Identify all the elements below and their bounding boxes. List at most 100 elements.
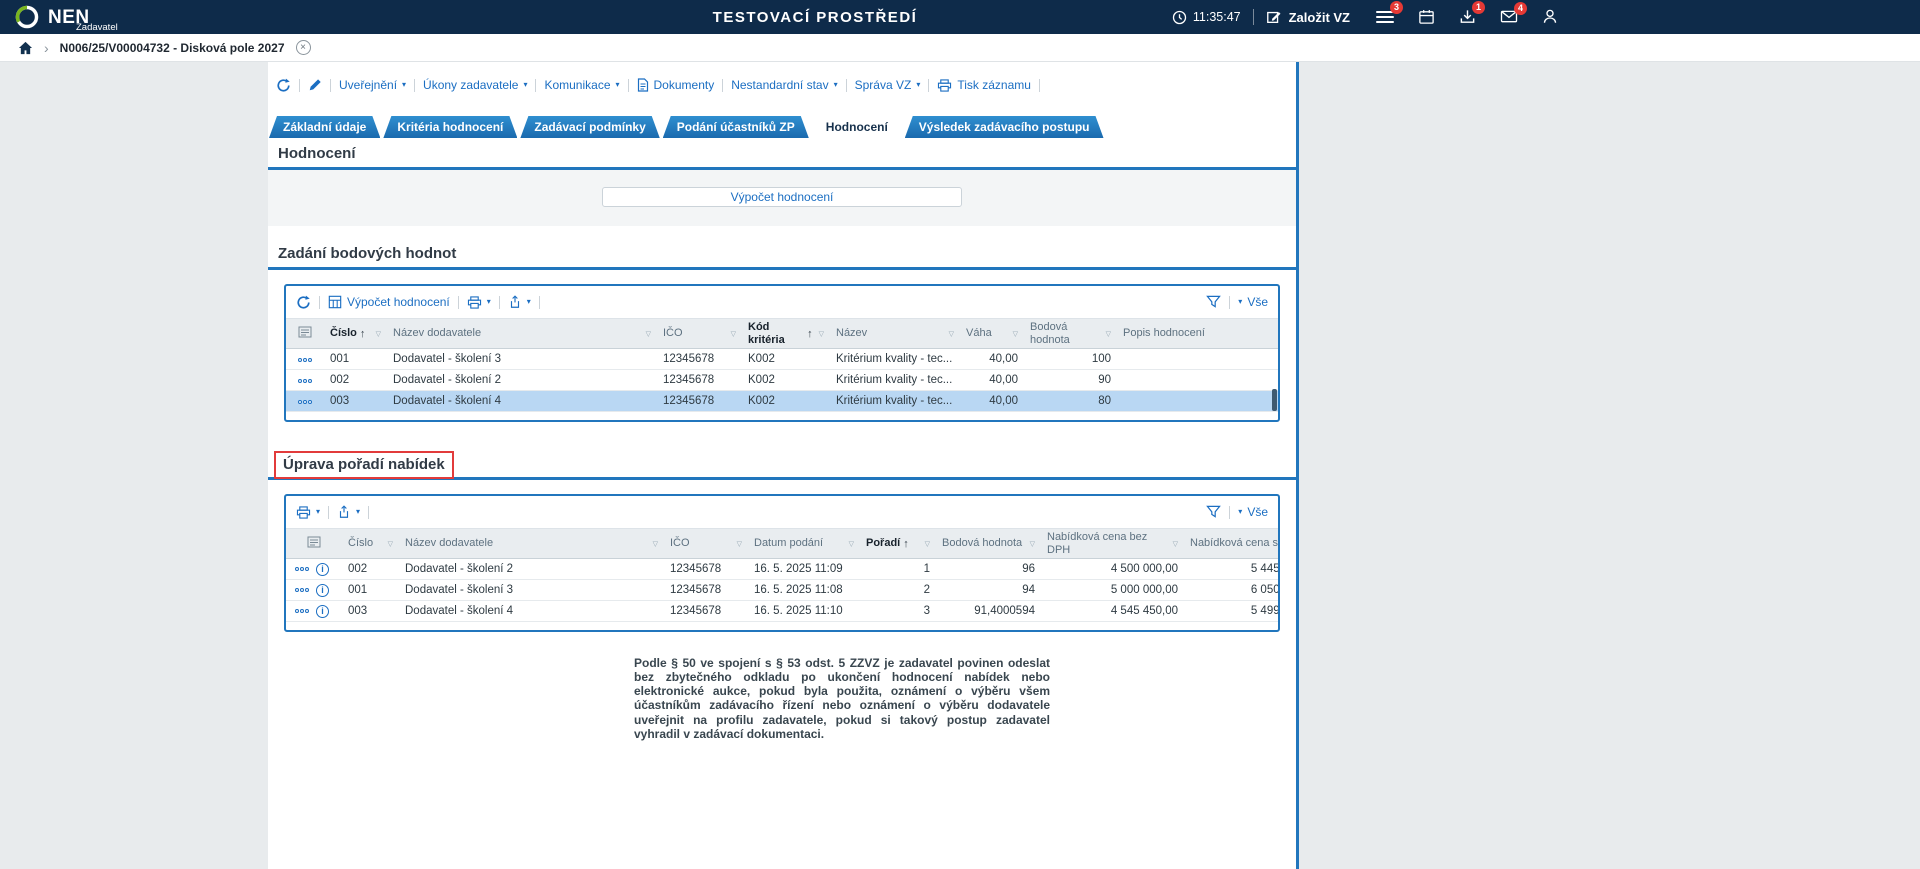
chevron-down-icon: ▾	[1238, 298, 1242, 306]
menu-nestandardni-stav[interactable]: Nestandardní stav▾	[731, 78, 837, 92]
filter-caret-icon[interactable]: ▽	[925, 540, 930, 548]
grid2-vse-button[interactable]: ▾ Vše	[1238, 505, 1268, 519]
filter-caret-icon[interactable]: ▽	[1030, 540, 1035, 548]
grid1-vse-button[interactable]: ▾ Vše	[1238, 295, 1268, 309]
menu-dokumenty[interactable]: Dokumenty	[637, 78, 715, 92]
row-menu-icon[interactable]	[295, 567, 309, 571]
downloads-button[interactable]: 1	[1459, 8, 1476, 25]
grid1-vypocet-button[interactable]: Výpočet hodnocení	[328, 295, 450, 309]
menu-tisk-zaznamu[interactable]: Tisk záznamu	[937, 78, 1031, 92]
calendar-button[interactable]	[1418, 8, 1435, 25]
tab-kriteria-hodnoceni[interactable]: Kritéria hodnocení	[383, 116, 517, 138]
column-header-nazev[interactable]: Název▽	[830, 319, 960, 349]
column-header-nazev-dodavatele[interactable]: Název dodavatele▽	[399, 529, 664, 559]
create-vz-button[interactable]: Založit VZ	[1266, 9, 1350, 25]
filter-caret-icon[interactable]: ▽	[646, 330, 651, 338]
refresh-button[interactable]	[276, 78, 291, 93]
menu-komunikace[interactable]: Komunikace▾	[544, 78, 619, 92]
filter-caret-icon[interactable]: ▽	[819, 330, 824, 338]
breadcrumb-item[interactable]: N006/25/V00004732 - Disková pole 2027	[60, 41, 285, 55]
column-header-bodova-hodnota[interactable]: Bodová hodnota▽	[1024, 319, 1117, 349]
cell-bodova: 94	[936, 580, 1041, 601]
column-header-kod-kriteria[interactable]: Kód kritéria↑▽	[742, 319, 830, 349]
section-title-uprava-poradi: Úprava pořadí nabídek	[274, 451, 454, 479]
filter-caret-icon[interactable]: ▽	[849, 540, 854, 548]
info-icon[interactable]: i	[316, 563, 329, 576]
cell-cislo: 003	[342, 601, 399, 622]
edit-record-button[interactable]	[308, 78, 322, 92]
cell-bodova: 96	[936, 559, 1041, 580]
column-header-bodova-hodnota[interactable]: Bodová hodnota▽	[936, 529, 1041, 559]
filter-caret-icon[interactable]: ▽	[1013, 330, 1018, 338]
table-row-selected[interactable]: 003 Dodavatel - školení 4 12345678 K002 …	[286, 391, 1278, 412]
filter-caret-icon[interactable]: ▽	[388, 540, 393, 548]
column-header-cena-s-dph[interactable]: Nabídková cena s DPH	[1184, 529, 1278, 559]
home-icon[interactable]	[18, 41, 33, 55]
main-menu-button[interactable]: 3	[1376, 8, 1394, 26]
grid1-select-header[interactable]	[286, 319, 324, 349]
row-menu-icon[interactable]	[298, 400, 312, 404]
filter-caret-icon[interactable]: ▽	[653, 540, 658, 548]
vertical-scrollbar-thumb[interactable]	[1272, 389, 1277, 411]
menu-sprava-vz[interactable]: Správa VZ▾	[855, 78, 921, 92]
filter-caret-icon[interactable]: ▽	[1106, 330, 1111, 338]
column-header-cena-bez-dph[interactable]: Nabídková cena bez DPH▽	[1041, 529, 1184, 559]
record-panel: Uveřejnění▾ Úkony zadavatele▾ Komunikace…	[268, 62, 1299, 869]
clock-time: 11:35:47	[1193, 10, 1241, 24]
grid1-refresh-button[interactable]	[296, 295, 311, 310]
cell-dodavatel: Dodavatel - školení 4	[399, 601, 664, 622]
row-menu-icon[interactable]	[298, 379, 312, 383]
column-header-ico[interactable]: IČO▽	[657, 319, 742, 349]
sort-asc-icon: ↑	[360, 328, 366, 340]
table-row[interactable]: i 002 Dodavatel - školení 2 12345678 16.…	[286, 559, 1278, 580]
messages-button[interactable]: 4	[1500, 9, 1518, 24]
grid2-filter-button[interactable]	[1206, 505, 1221, 519]
grid1-print-button[interactable]: ▾	[467, 296, 491, 309]
cell-cena-bez-dph: 5 000 000,00	[1041, 580, 1184, 601]
filter-caret-icon[interactable]: ▽	[737, 540, 742, 548]
cell-dodavatel: Dodavatel - školení 4	[387, 391, 657, 412]
grid2-export-button[interactable]: ▾	[337, 505, 360, 519]
tab-podani-ucastniku-zp[interactable]: Podání účastníků ZP	[663, 116, 809, 138]
column-header-poradi[interactable]: Pořadí↑▽	[860, 529, 936, 559]
filter-caret-icon[interactable]: ▽	[376, 330, 381, 338]
grid2-print-button[interactable]: ▾	[296, 506, 320, 519]
grid2-select-header[interactable]	[286, 529, 342, 559]
vypocet-hodnoceni-button[interactable]: Výpočet hodnocení	[602, 187, 962, 207]
column-header-nazev-dodavatele[interactable]: Název dodavatele▽	[387, 319, 657, 349]
row-menu-icon[interactable]	[295, 588, 309, 592]
table-row[interactable]: i 003 Dodavatel - školení 4 12345678 16.…	[286, 601, 1278, 622]
tab-hodnoceni[interactable]: Hodnocení	[812, 116, 902, 138]
info-icon[interactable]: i	[316, 605, 329, 618]
table-row[interactable]: 002 Dodavatel - školení 2 12345678 K002 …	[286, 370, 1278, 391]
cell-cislo: 003	[324, 391, 387, 412]
grid1-export-button[interactable]: ▾	[508, 295, 531, 309]
info-icon[interactable]: i	[316, 584, 329, 597]
table-row[interactable]: i 001 Dodavatel - školení 3 12345678 16.…	[286, 580, 1278, 601]
menu-ukony-zadavatele[interactable]: Úkony zadavatele▾	[423, 78, 527, 92]
cell-cena-s-dph: 6 050 000,00	[1184, 580, 1278, 601]
chevron-down-icon: ▾	[316, 508, 320, 516]
table-row[interactable]: 001 Dodavatel - školení 3 12345678 K002 …	[286, 349, 1278, 370]
column-header-cislo[interactable]: Číslo↑▽	[324, 319, 387, 349]
row-menu-icon[interactable]	[295, 609, 309, 613]
cell-datum-podani: 16. 5. 2025 11:10	[748, 601, 860, 622]
column-header-vaha[interactable]: Váha▽	[960, 319, 1024, 349]
column-header-ico[interactable]: IČO▽	[664, 529, 748, 559]
filter-caret-icon[interactable]: ▽	[731, 330, 736, 338]
grid1-filter-button[interactable]	[1206, 295, 1221, 309]
filter-caret-icon[interactable]: ▽	[1173, 540, 1178, 548]
filter-caret-icon[interactable]: ▽	[949, 330, 954, 338]
close-record-icon[interactable]: ×	[296, 40, 311, 55]
column-header-popis-hodnoceni[interactable]: Popis hodnocení	[1117, 319, 1278, 349]
tab-zadavaci-podminky[interactable]: Zadávací podmínky	[520, 116, 659, 138]
tab-vysledek-zadavaciho-postupu[interactable]: Výsledek zadávacího postupu	[905, 116, 1104, 138]
row-menu-icon[interactable]	[298, 358, 312, 362]
column-header-cislo[interactable]: Číslo▽	[342, 529, 399, 559]
user-button[interactable]	[1542, 8, 1558, 25]
cell-nazev: Kritérium kvality - tec...	[830, 391, 960, 412]
tab-zakladni-udaje[interactable]: Základní údaje	[269, 116, 380, 138]
column-header-datum-podani[interactable]: Datum podání▽	[748, 529, 860, 559]
menu-uverejneni[interactable]: Uveřejnění▾	[339, 78, 406, 92]
record-toolbar: Uveřejnění▾ Úkony zadavatele▾ Komunikace…	[268, 62, 1296, 100]
